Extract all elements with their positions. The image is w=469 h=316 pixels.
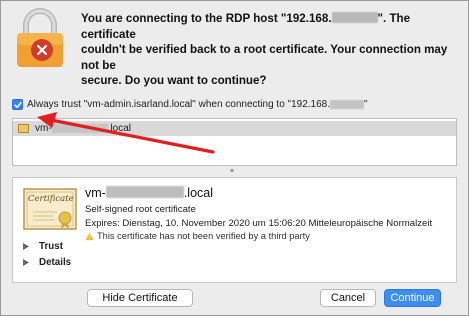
certificate-type: Self-signed root certificate	[85, 204, 196, 215]
certificate-chain-list[interactable]: vm- .local	[12, 118, 457, 166]
hide-certificate-button[interactable]: Hide Certificate	[87, 289, 193, 307]
always-trust-checkbox[interactable]	[12, 99, 23, 110]
warning-icon	[85, 232, 94, 240]
rdp-certificate-dialog: You are connecting to the RDP host "192.…	[0, 0, 469, 316]
trust-section-label: Trust	[39, 241, 63, 252]
certificate-warning: This certificate has not been verified b…	[85, 231, 310, 241]
certificate-list-item[interactable]: vm- .local	[13, 121, 456, 136]
disclosure-triangle-icon	[23, 259, 29, 266]
details-section-toggle[interactable]: Details	[23, 257, 71, 268]
redacted-hostname	[51, 124, 108, 133]
certificate-detail-pane: Certificate vm- .local Self-signed root c…	[12, 177, 457, 283]
list-item-name-prefix: vm-	[35, 123, 52, 134]
splitter-handle[interactable]	[229, 168, 235, 173]
continue-button[interactable]: Continue	[384, 289, 441, 307]
certificate-icon: Certificate	[23, 188, 77, 230]
list-item-name-suffix: .local	[107, 123, 132, 134]
certificate-expiry: Expires: Dienstag, 10. November 2020 um …	[85, 218, 433, 229]
always-trust-label-end: "	[364, 99, 368, 110]
redacted-ip	[330, 100, 365, 109]
message-line2: couldn't be verified back to a root cert…	[81, 43, 448, 72]
message-line1-start: You are connecting to the RDP host "192.…	[81, 12, 332, 25]
message-line3: secure. Do you want to continue?	[81, 74, 267, 87]
redacted-ip	[331, 12, 378, 23]
disclosure-triangle-icon	[23, 243, 29, 250]
always-trust-row[interactable]: Always trust "vm-admin.isarland.local" w…	[12, 99, 368, 110]
cancel-button[interactable]: Cancel	[320, 289, 376, 307]
lock-icon	[9, 5, 71, 69]
checkmark-icon	[13, 101, 22, 108]
certificate-icon-text: Certificate	[28, 194, 74, 204]
details-section-label: Details	[39, 257, 72, 268]
redacted-hostname	[105, 186, 184, 198]
connection-warning-message: You are connecting to the RDP host "192.…	[81, 11, 456, 89]
always-trust-label: Always trust "vm-admin.isarland.local" w…	[27, 99, 331, 110]
certificate-name-suffix: .local	[183, 186, 214, 200]
certificate-warning-text: This certificate has not been verified b…	[97, 231, 310, 241]
certificate-name: vm- .local	[85, 186, 213, 200]
trust-section-toggle[interactable]: Trust	[23, 241, 63, 252]
remote-desktop-icon	[31, 39, 53, 61]
certificate-icon	[18, 124, 29, 133]
certificate-name-prefix: vm-	[85, 186, 106, 200]
